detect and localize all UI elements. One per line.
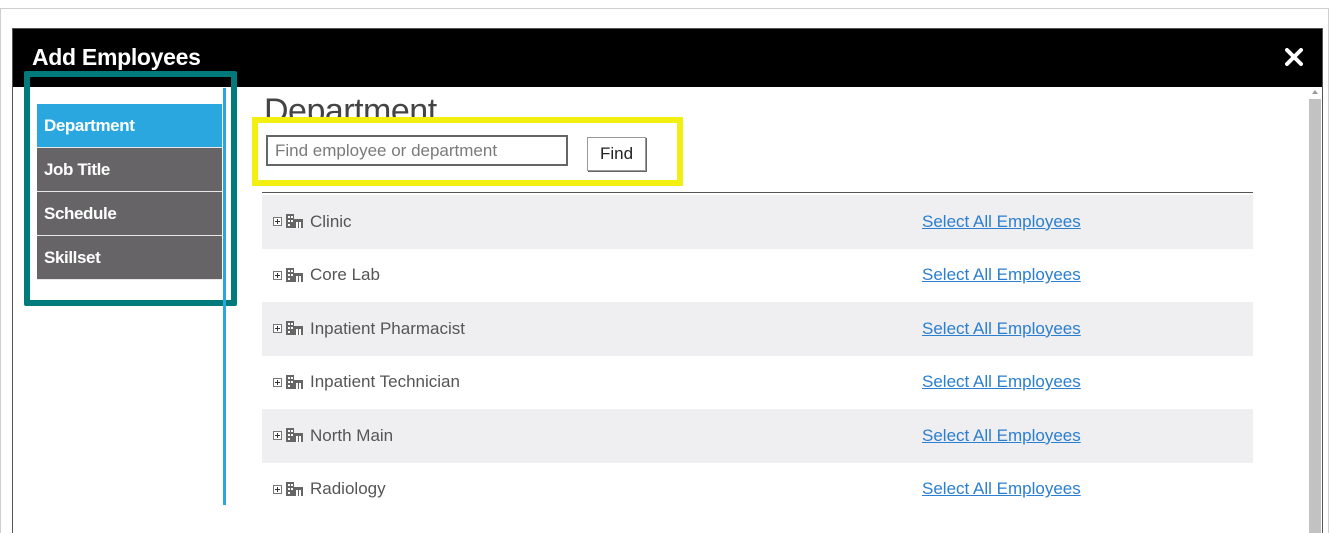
- select-all-employees-link[interactable]: Select All Employees: [922, 212, 1081, 232]
- select-all-employees-link[interactable]: Select All Employees: [922, 319, 1081, 339]
- sidebar-nav: Department Job Title Schedule Skillset: [37, 104, 222, 280]
- dialog-title: Add Employees: [32, 44, 201, 70]
- expand-icon[interactable]: [273, 217, 282, 226]
- scroll-up-icon[interactable]: [1312, 90, 1318, 94]
- sidebar-item-label: Schedule: [44, 203, 117, 223]
- department-name[interactable]: North Main: [310, 426, 393, 446]
- building-icon: [286, 428, 303, 442]
- list-divider: [262, 192, 1253, 193]
- page-left-rule: [0, 8, 1, 533]
- table-row: Radiology Select All Employees: [262, 462, 1253, 516]
- scroll-thumb[interactable]: [1309, 99, 1321, 533]
- table-row: Inpatient Technician Select All Employee…: [262, 355, 1253, 409]
- close-button[interactable]: [1276, 38, 1312, 78]
- select-all-employees-link[interactable]: Select All Employees: [922, 265, 1081, 285]
- select-all-employees-link[interactable]: Select All Employees: [922, 426, 1081, 446]
- table-row: Core Lab Select All Employees: [262, 248, 1253, 302]
- table-row: North Main Select All Employees: [262, 409, 1253, 463]
- building-icon: [286, 214, 303, 228]
- sidebar-item-schedule[interactable]: Schedule: [37, 192, 222, 236]
- find-button[interactable]: Find: [587, 137, 646, 171]
- department-name[interactable]: Core Lab: [310, 265, 380, 285]
- expand-icon[interactable]: [273, 324, 282, 333]
- building-icon: [286, 481, 303, 496]
- department-name[interactable]: Radiology: [310, 479, 386, 499]
- department-tree: Clinic Select All Employees Core Lab Sel…: [262, 195, 1253, 516]
- sidebar-item-label: Skillset: [44, 247, 101, 267]
- sidebar-divider: [223, 88, 226, 505]
- expand-icon[interactable]: [273, 377, 282, 387]
- vertical-scrollbar[interactable]: [1307, 87, 1322, 533]
- expand-icon[interactable]: [273, 431, 282, 440]
- close-x-icon: [1285, 48, 1303, 66]
- search-input[interactable]: [266, 135, 568, 166]
- building-icon: [286, 321, 303, 335]
- sidebar-item-department[interactable]: Department: [37, 104, 222, 148]
- building-icon: [286, 267, 303, 282]
- table-row: Clinic Select All Employees: [262, 195, 1253, 249]
- department-name[interactable]: Clinic: [310, 212, 352, 232]
- sidebar-item-label: Job Title: [44, 159, 110, 179]
- table-row: Inpatient Pharmacist Select All Employee…: [262, 302, 1253, 356]
- department-name[interactable]: Inpatient Technician: [310, 372, 460, 392]
- expand-icon[interactable]: [273, 270, 282, 280]
- select-all-employees-link[interactable]: Select All Employees: [922, 372, 1081, 392]
- sidebar-item-job-title[interactable]: Job Title: [37, 148, 222, 192]
- sidebar-item-skillset[interactable]: Skillset: [37, 236, 222, 280]
- expand-icon[interactable]: [273, 484, 282, 494]
- select-all-employees-link[interactable]: Select All Employees: [922, 479, 1081, 499]
- department-name[interactable]: Inpatient Pharmacist: [310, 319, 465, 339]
- page-top-rule: [0, 8, 1329, 9]
- building-icon: [286, 374, 303, 389]
- sidebar-item-label: Department: [44, 115, 135, 135]
